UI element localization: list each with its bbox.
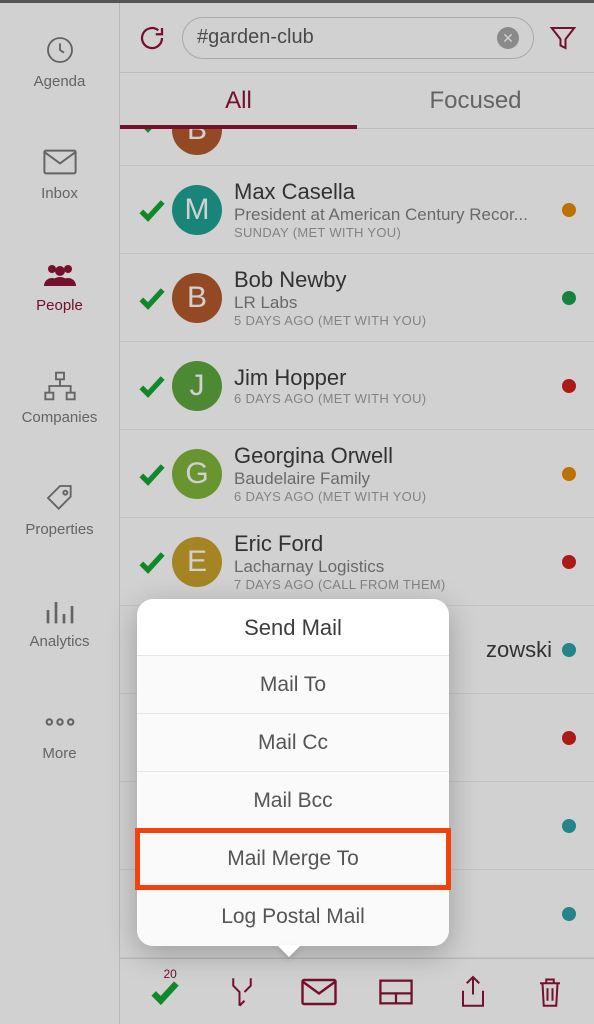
- popup-item-mail-to[interactable]: Mail To: [137, 656, 449, 714]
- send-mail-popup: Send Mail Mail To Mail Cc Mail Bcc Mail …: [137, 599, 449, 946]
- popup-item-label: Mail To: [260, 673, 326, 697]
- popup-item-label: Mail Bcc: [253, 789, 332, 813]
- popup-item-mail-cc[interactable]: Mail Cc: [137, 714, 449, 772]
- popup-item-mail-merge-to[interactable]: Mail Merge To: [137, 830, 449, 888]
- app-root: Agenda Inbox People Companies Properties: [0, 0, 594, 1024]
- popup-item-mail-bcc[interactable]: Mail Bcc: [137, 772, 449, 830]
- popup-item-label: Mail Merge To: [227, 847, 359, 871]
- popup-item-label: Log Postal Mail: [221, 905, 365, 929]
- popup-item-label: Mail Cc: [258, 731, 328, 755]
- popup-title: Send Mail: [137, 599, 449, 656]
- popup-item-log-postal-mail[interactable]: Log Postal Mail: [137, 888, 449, 946]
